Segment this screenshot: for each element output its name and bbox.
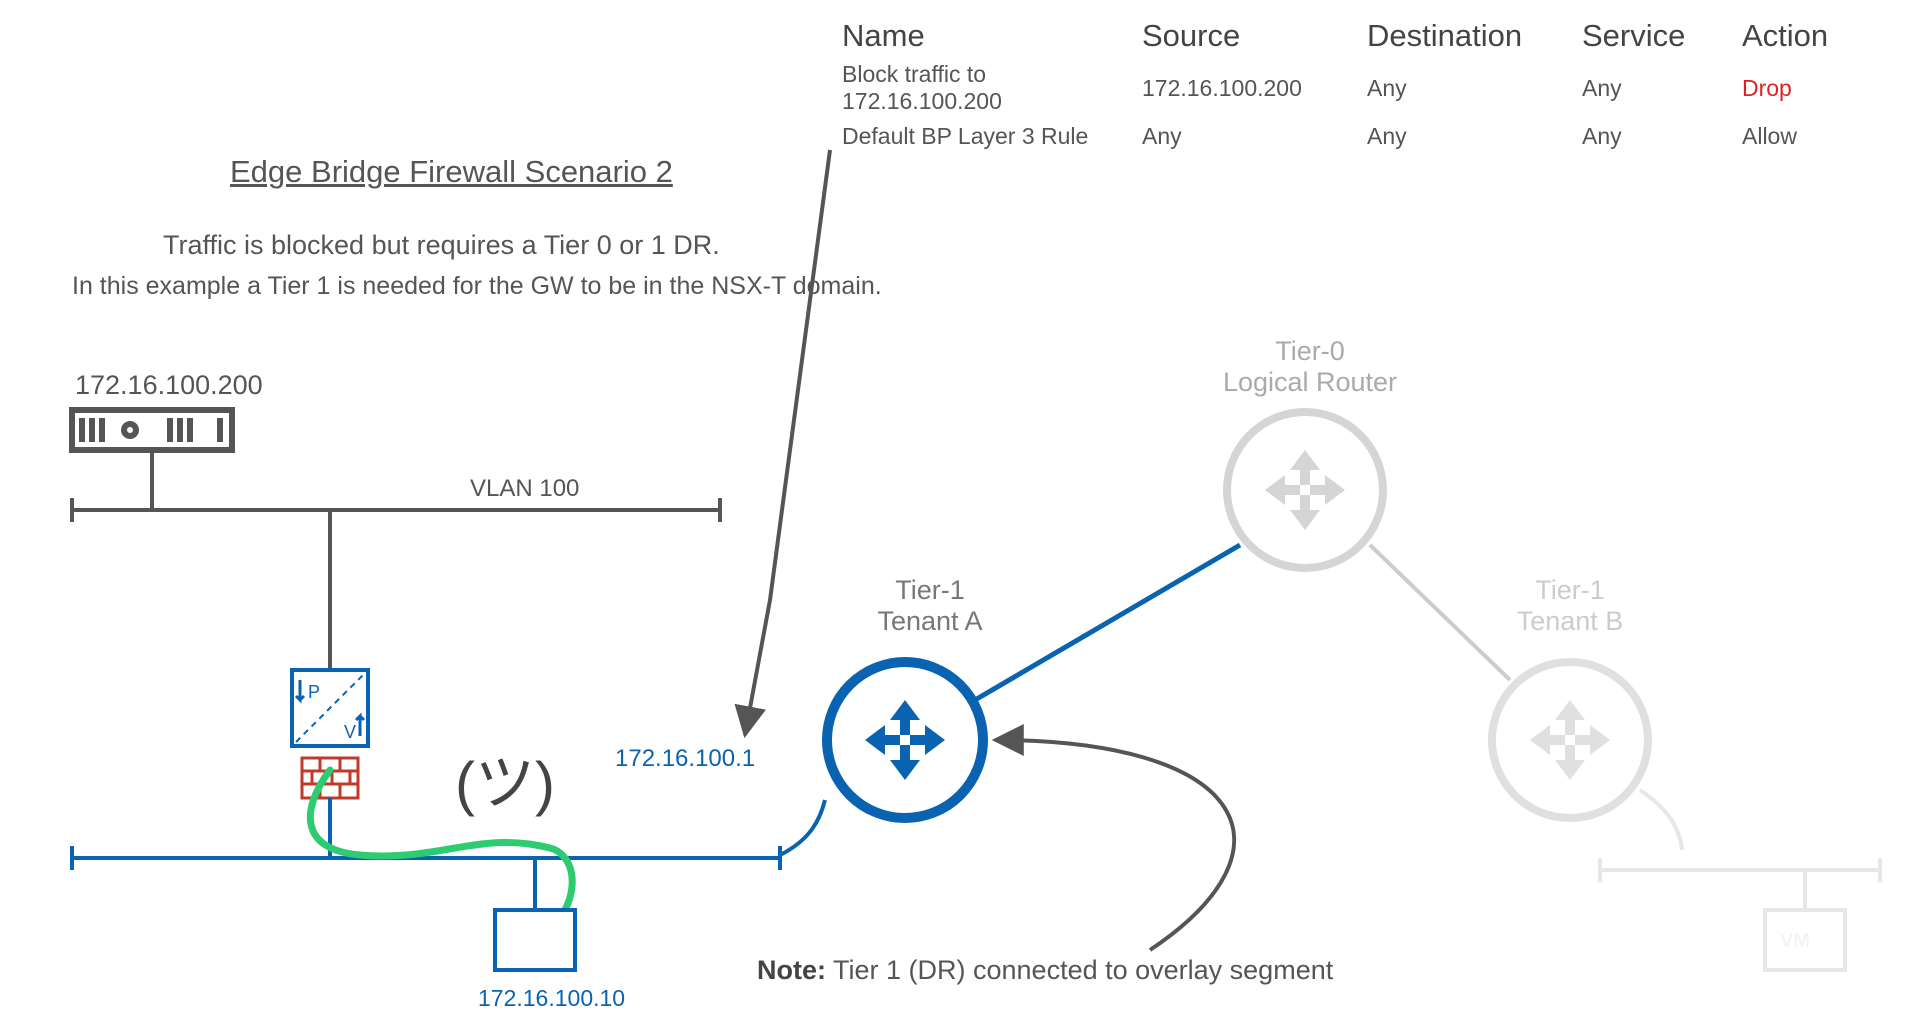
firewall-icon: [302, 758, 358, 798]
segment-b: [1600, 790, 1880, 970]
tier0-to-tier1a-link: [975, 545, 1240, 700]
bridge-v-label: V: [344, 722, 356, 742]
vlan-bus: [72, 450, 720, 670]
segment-to-tier1a-link: [780, 800, 825, 855]
table-to-ip-arrow: [745, 150, 830, 735]
tier0-router-icon: [1227, 412, 1383, 568]
tier0-to-tier1b-link: [1370, 545, 1510, 680]
note-to-tier1a-arrow: [995, 740, 1234, 950]
edge-bridge-icon: P V: [292, 670, 368, 746]
bridge-p-label: P: [308, 682, 320, 702]
vm-a-icon: [495, 910, 575, 970]
tier1a-router-icon: [827, 662, 983, 818]
diagram-canvas: P V: [0, 0, 1922, 1014]
physical-server-icon: [72, 410, 232, 450]
tier1b-router-icon: [1492, 662, 1648, 818]
